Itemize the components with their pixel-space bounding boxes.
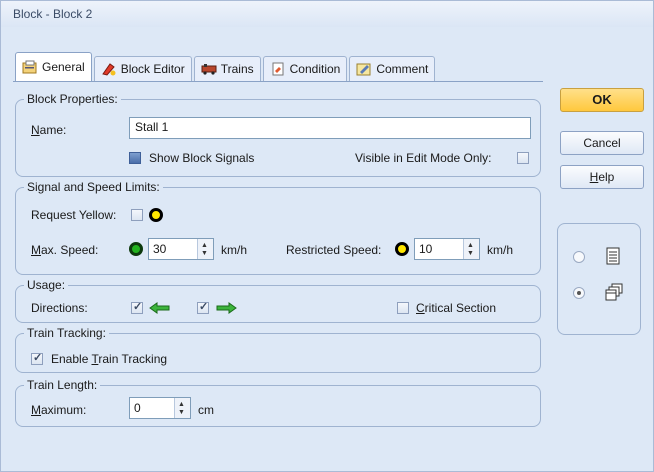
tab-condition-label: Condition	[289, 62, 341, 76]
condition-icon	[272, 62, 284, 76]
tab-trains-label: Trains	[220, 62, 254, 76]
tab-general-label: General	[42, 60, 85, 74]
restricted-speed-value: 10	[419, 242, 433, 256]
train-length-spinner[interactable]: 0 ▲ ▼	[129, 397, 191, 419]
tab-trains[interactable]: Trains	[193, 56, 261, 81]
tab-strip: General Block Editor Trains Condition Co…	[15, 49, 437, 81]
direction-right-checkbox[interactable]	[197, 300, 209, 314]
restricted-speed-unit: km/h	[487, 243, 514, 257]
show-block-signals-label: Show Block Signals	[149, 151, 255, 165]
tab-block-editor[interactable]: Block Editor	[93, 56, 192, 81]
max-speed-unit: km/h	[221, 243, 248, 257]
view-mode-list-radio[interactable]	[573, 251, 585, 263]
window-title: Block - Block 2	[13, 7, 93, 21]
ok-button[interactable]: OK	[560, 88, 644, 112]
restricted-speed-spinner[interactable]: 10 ▲ ▼	[414, 238, 480, 260]
maximum-label: Maximum:	[31, 403, 87, 417]
restricted-speed-spin-arrows[interactable]: ▲ ▼	[463, 239, 479, 259]
green-signal-icon	[129, 242, 143, 256]
visible-edit-mode-label: Visible in Edit Mode Only:	[355, 151, 492, 165]
name-label: Name:	[31, 123, 67, 137]
max-speed-value: 30	[153, 242, 167, 256]
enable-train-tracking-checkbox[interactable]	[31, 351, 43, 365]
tab-underline	[13, 81, 543, 82]
trains-icon	[201, 64, 217, 75]
block-dialog-window: Block - Block 2 General Block Editor Tra…	[0, 0, 654, 472]
comment-icon	[356, 63, 371, 76]
tab-comment-label: Comment	[376, 62, 429, 76]
direction-left-checkbox[interactable]	[131, 300, 143, 314]
usage-title: Usage:	[24, 278, 69, 292]
yellow-signal-icon	[149, 208, 163, 222]
tab-condition[interactable]: Condition	[262, 56, 348, 81]
block-editor-icon	[101, 63, 116, 76]
tab-general[interactable]: General	[15, 52, 92, 81]
view-mode-panel	[557, 223, 641, 335]
list-view-icon	[606, 247, 620, 265]
train-length-spin-arrows[interactable]: ▲ ▼	[174, 398, 190, 418]
signal-speed-title: Signal and Speed Limits:	[24, 180, 163, 194]
restricted-speed-label: Restricted Speed:	[286, 243, 382, 257]
multi-window-icon	[605, 283, 623, 301]
general-properties-icon	[22, 60, 37, 74]
view-mode-windows-radio[interactable]	[573, 287, 585, 299]
max-speed-label: Max. Speed:	[31, 243, 99, 257]
train-length-title: Train Length:	[24, 378, 101, 392]
train-length-value: 0	[134, 401, 141, 415]
tab-comment[interactable]: Comment	[349, 56, 436, 81]
title-bar: Block - Block 2	[1, 1, 653, 27]
visible-edit-mode-checkbox[interactable]	[517, 152, 529, 164]
train-length-unit: cm	[198, 403, 214, 417]
show-block-signals-checkbox[interactable]	[129, 152, 141, 164]
enable-train-tracking-label: Enable Train Tracking	[51, 352, 168, 366]
critical-section-checkbox[interactable]	[397, 302, 409, 314]
request-yellow-checkbox[interactable]	[131, 209, 143, 221]
arrow-right-icon	[216, 302, 237, 314]
request-yellow-label: Request Yellow:	[31, 208, 117, 222]
help-button[interactable]: Help	[560, 165, 644, 189]
arrow-left-icon	[149, 302, 170, 314]
max-speed-spinner[interactable]: 30 ▲ ▼	[148, 238, 214, 260]
directions-label: Directions:	[31, 301, 88, 315]
tab-block-editor-label: Block Editor	[120, 62, 185, 76]
cancel-button[interactable]: Cancel	[560, 131, 644, 155]
critical-section-label: Critical Section	[416, 301, 497, 315]
restricted-yellow-signal-icon	[395, 242, 409, 256]
name-field[interactable]: Stall 1	[129, 117, 531, 139]
train-tracking-title: Train Tracking:	[24, 326, 109, 340]
signal-speed-group: Signal and Speed Limits:	[15, 180, 541, 275]
train-length-group: Train Length:	[15, 378, 541, 427]
max-speed-spin-arrows[interactable]: ▲ ▼	[197, 239, 213, 259]
block-properties-title: Block Properties:	[24, 92, 121, 106]
